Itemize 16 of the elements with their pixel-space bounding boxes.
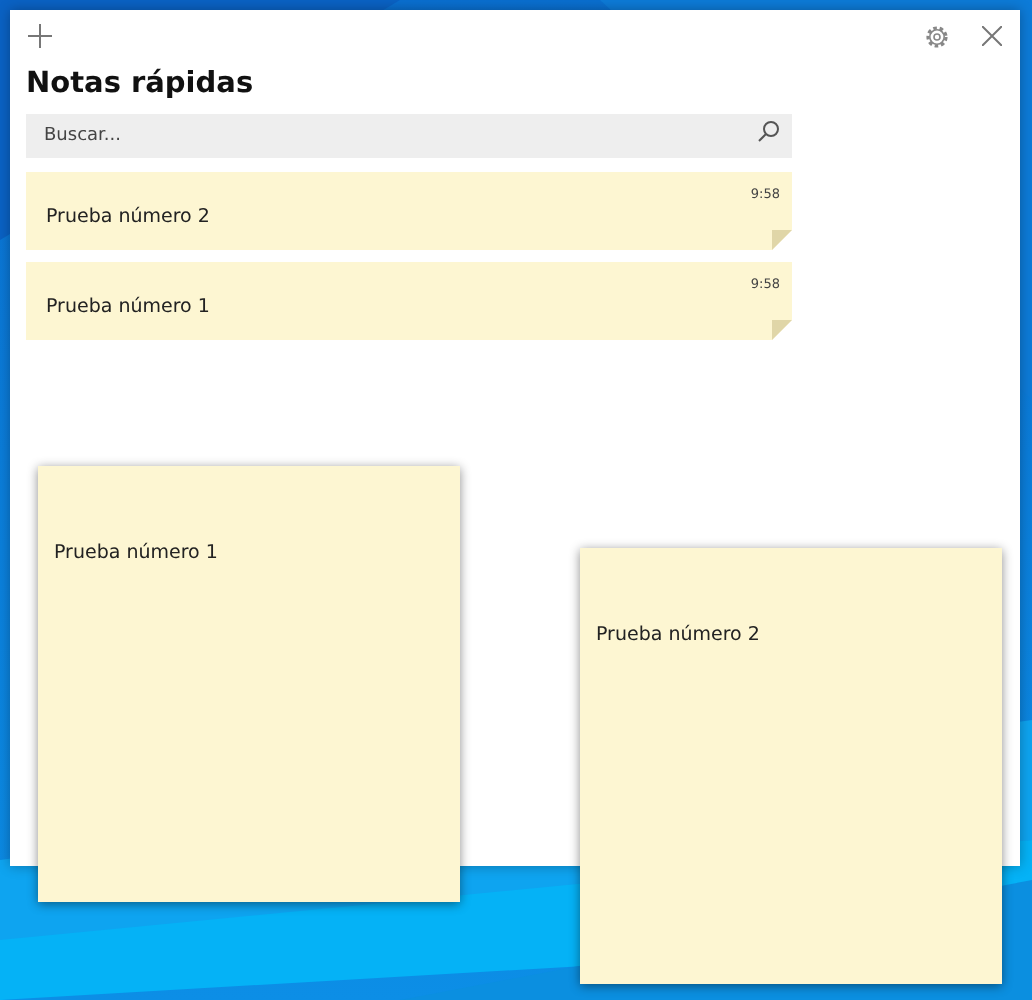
note-text: Prueba número 1: [46, 296, 212, 318]
close-icon: [982, 26, 1002, 46]
window-title: Notas rápidas: [26, 68, 256, 100]
search-icon: [758, 120, 780, 142]
folded-corner-icon: [772, 320, 792, 340]
sticky-note[interactable]: Prueba número 1: [38, 466, 460, 902]
search-field[interactable]: Buscar...: [26, 114, 792, 158]
plus-icon: [28, 24, 52, 48]
add-button[interactable]: [22, 18, 58, 54]
note-text: Prueba número 2: [46, 206, 212, 228]
note-text: Prueba número 1: [54, 542, 218, 564]
folded-corner-icon: [772, 230, 792, 250]
note-text: Prueba número 2: [596, 624, 760, 646]
settings-icon: [924, 23, 950, 49]
sticky-note[interactable]: Prueba número 2: [580, 548, 1002, 984]
close-button[interactable]: [976, 20, 1008, 52]
